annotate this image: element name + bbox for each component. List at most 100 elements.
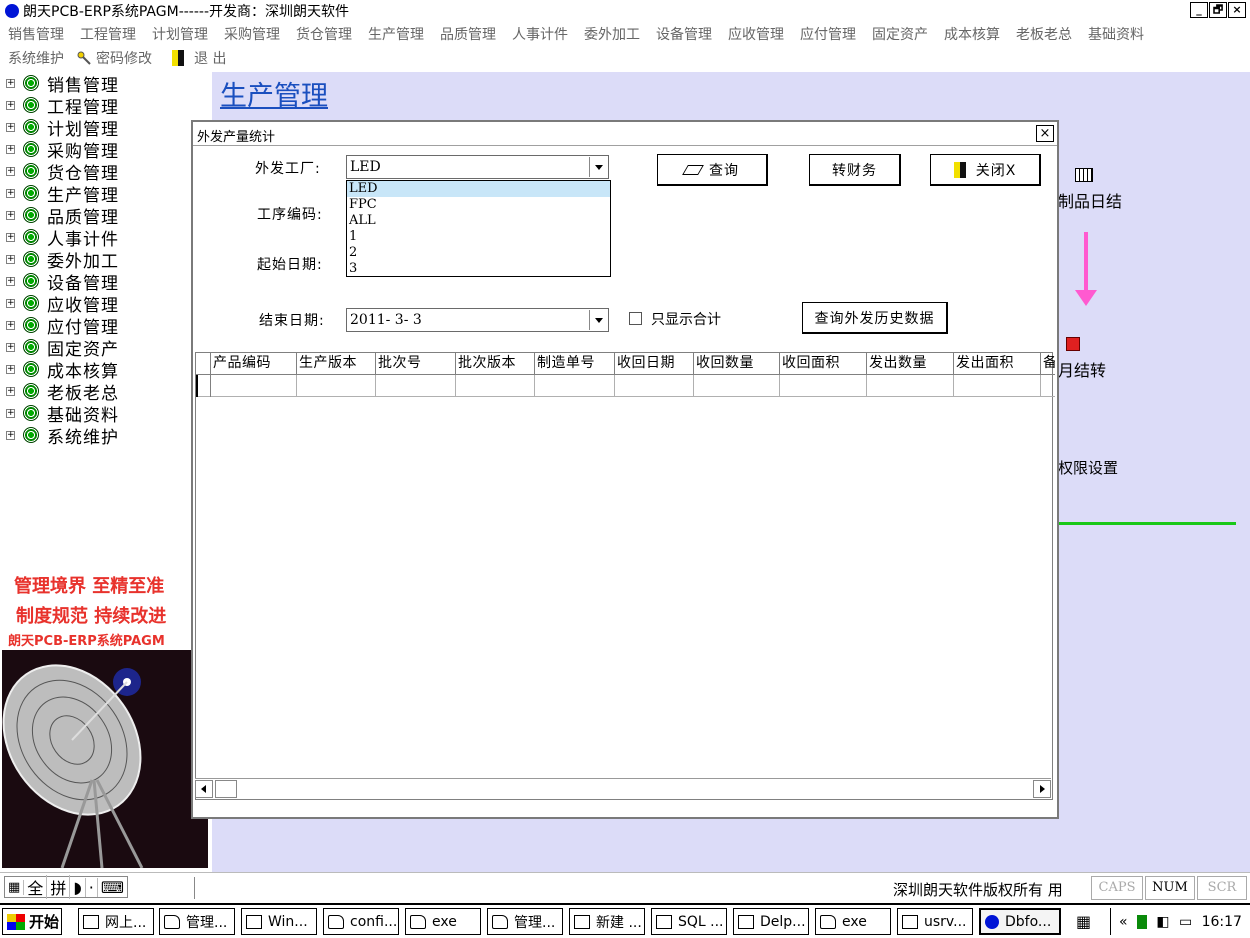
expand-icon[interactable]: + <box>6 430 15 440</box>
tree-item-equipment[interactable]: + 设备管理 <box>6 270 119 294</box>
taskbar-item-active[interactable]: Dbfo... <box>979 908 1061 935</box>
tree-item-quality[interactable]: + 品质管理 <box>6 204 119 228</box>
column-header[interactable]: 发出面积 <box>954 353 1041 375</box>
ime-tray-icon[interactable]: ▦ <box>1072 908 1104 935</box>
taskbar-item[interactable]: Win... <box>241 908 317 935</box>
expand-icon[interactable]: + <box>6 144 15 154</box>
table-cell[interactable] <box>535 375 615 397</box>
tree-item-outsourcing[interactable]: + 委外加工 <box>6 248 119 272</box>
menu-warehouse[interactable]: 货仓管理 <box>296 24 352 44</box>
expand-icon[interactable]: + <box>6 298 15 308</box>
dropdown-option[interactable]: 2 <box>347 245 610 261</box>
minimize-button[interactable]: _ <box>1190 2 1208 18</box>
tree-item-warehouse[interactable]: + 货仓管理 <box>6 160 119 184</box>
table-cell[interactable] <box>954 375 1041 397</box>
expand-icon[interactable]: + <box>6 78 15 88</box>
volume-icon[interactable]: ◧ <box>1156 914 1169 930</box>
tree-item-piecework[interactable]: + 人事计件 <box>6 226 119 250</box>
menu-sales[interactable]: 销售管理 <box>8 24 64 44</box>
tree-item-production[interactable]: + 生产管理 <box>6 182 119 206</box>
daily-close-link[interactable]: 制品日结 <box>1058 188 1122 212</box>
expand-icon[interactable]: + <box>6 342 15 352</box>
transfer-finance-button[interactable]: 转财务 <box>809 154 901 186</box>
taskbar-item[interactable]: exe <box>405 908 481 935</box>
ime-fullwidth[interactable]: 全 <box>24 875 48 899</box>
tree-item-engineering[interactable]: + 工程管理 <box>6 94 119 118</box>
expand-icon[interactable]: + <box>6 408 15 418</box>
menu-piecework[interactable]: 人事计件 <box>512 24 568 44</box>
menu-password[interactable]: 密码修改 <box>96 48 152 68</box>
taskbar-item[interactable]: 管理... <box>159 908 235 935</box>
chevron-down-icon[interactable] <box>589 157 607 177</box>
menu-boss[interactable]: 老板老总 <box>1016 24 1072 44</box>
tree-item-boss[interactable]: + 老板老总 <box>6 380 119 404</box>
column-header[interactable]: 备 <box>1041 353 1055 375</box>
tray-expand-icon[interactable]: « <box>1119 914 1128 930</box>
network-tray-icon[interactable]: ▭ <box>1179 914 1192 930</box>
column-header[interactable]: 收回日期 <box>615 353 694 375</box>
chevron-down-icon[interactable] <box>589 310 607 330</box>
menu-base-data[interactable]: 基础资料 <box>1088 24 1144 44</box>
scroll-left-icon[interactable] <box>195 780 213 798</box>
expand-icon[interactable]: + <box>6 188 15 198</box>
query-button[interactable]: 查询 <box>657 154 768 186</box>
scroll-right-icon[interactable] <box>1033 780 1051 798</box>
tree-item-purchasing[interactable]: + 采购管理 <box>6 138 119 162</box>
menu-costing[interactable]: 成本核算 <box>944 24 1000 44</box>
history-query-button[interactable]: 查询外发历史数据 <box>802 302 948 334</box>
dropdown-option[interactable]: LED <box>347 181 610 197</box>
expand-icon[interactable]: + <box>6 100 15 110</box>
expand-icon[interactable]: + <box>6 386 15 396</box>
column-header[interactable]: 收回数量 <box>694 353 780 375</box>
menu-production[interactable]: 生产管理 <box>368 24 424 44</box>
permissions-link[interactable]: 权限设置 <box>1058 457 1118 478</box>
menu-equipment[interactable]: 设备管理 <box>656 24 712 44</box>
table-row[interactable] <box>196 375 1055 397</box>
expand-icon[interactable]: + <box>6 232 15 242</box>
table-cell[interactable] <box>780 375 867 397</box>
taskbar-item[interactable]: usrv... <box>897 908 973 935</box>
taskbar-item[interactable]: 新建 ... <box>569 908 645 935</box>
table-cell[interactable] <box>297 375 376 397</box>
horizontal-scrollbar[interactable] <box>195 778 1051 798</box>
column-header[interactable]: 制造单号 <box>535 353 615 375</box>
column-header[interactable]: 产品编码 <box>211 353 297 375</box>
table-cell[interactable] <box>1041 375 1055 397</box>
taskbar-item[interactable]: 网上... <box>78 908 154 935</box>
menu-purchasing[interactable]: 采购管理 <box>224 24 280 44</box>
table-cell[interactable] <box>615 375 694 397</box>
table-cell[interactable] <box>456 375 535 397</box>
expand-icon[interactable]: + <box>6 122 15 132</box>
taskbar-item[interactable]: exe <box>815 908 891 935</box>
expand-icon[interactable]: + <box>6 210 15 220</box>
tree-item-base-data[interactable]: + 基础资料 <box>6 402 119 426</box>
monthly-close-link[interactable]: 月结转 <box>1058 357 1106 381</box>
taskbar-item[interactable]: confi... <box>323 908 399 935</box>
taskbar-item[interactable]: SQL ... <box>651 908 727 935</box>
menu-exit[interactable]: 退 出 <box>194 48 226 68</box>
punctuation-icon[interactable]: · <box>86 877 98 897</box>
restore-button[interactable]: 🗗 <box>1209 2 1227 18</box>
column-header[interactable]: 生产版本 <box>297 353 376 375</box>
dropdown-option[interactable]: FPC <box>347 197 610 213</box>
moon-icon[interactable]: ◗ <box>70 877 86 897</box>
ime-toolbar[interactable]: ▦ 全 拼 ◗ · ⌨ <box>4 875 128 899</box>
column-header[interactable]: 发出数量 <box>867 353 954 375</box>
table-cell[interactable] <box>376 375 456 397</box>
taskbar-item[interactable]: Delp... <box>733 908 809 935</box>
scrollbar-thumb[interactable] <box>215 780 237 798</box>
dropdown-option[interactable]: 1 <box>347 229 610 245</box>
column-header[interactable]: 批次版本 <box>456 353 535 375</box>
dialog-close-button[interactable]: × <box>1036 125 1054 142</box>
output-grid[interactable]: 产品编码 生产版本 批次号 批次版本 制造单号 收回日期 收回数量 收回面积 发… <box>195 352 1055 800</box>
only-total-checkbox[interactable] <box>629 312 642 325</box>
start-button[interactable]: 开始 <box>2 908 62 935</box>
column-header[interactable]: 收回面积 <box>780 353 867 375</box>
tree-item-costing[interactable]: + 成本核算 <box>6 358 119 382</box>
table-cell[interactable] <box>867 375 954 397</box>
ime-pinyin[interactable]: 拼 <box>47 875 71 899</box>
expand-icon[interactable]: + <box>6 166 15 176</box>
table-cell[interactable] <box>211 375 297 397</box>
menu-payables[interactable]: 应付管理 <box>800 24 856 44</box>
row-indicator[interactable] <box>196 375 211 397</box>
